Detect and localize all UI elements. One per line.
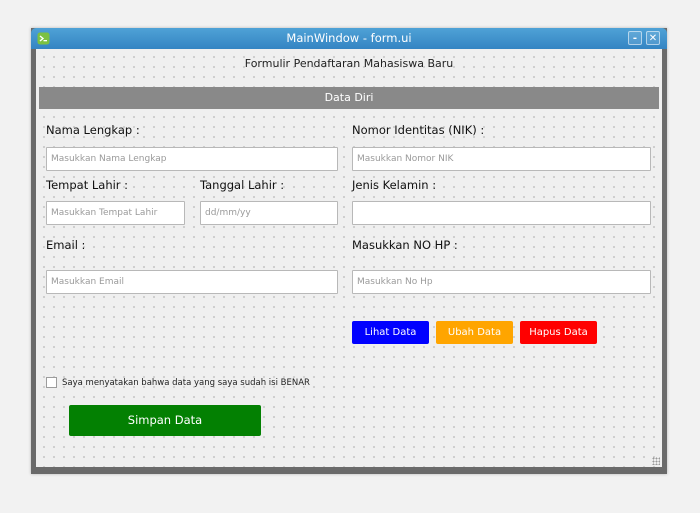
resize-grip[interactable]: [652, 457, 660, 465]
section-header-data-diri: Data Diri: [39, 87, 659, 109]
tanggal-lahir-input[interactable]: [200, 201, 338, 225]
agreement-checkbox[interactable]: [46, 377, 57, 388]
nik-input[interactable]: [352, 147, 651, 171]
tanggal-lahir-label: Tanggal Lahir :: [200, 178, 285, 192]
no-hp-label: Masukkan NO HP :: [352, 238, 458, 252]
email-label: Email :: [46, 238, 86, 252]
nama-lengkap-input[interactable]: [46, 147, 338, 171]
lihat-data-button[interactable]: Lihat Data: [352, 321, 429, 344]
no-hp-input[interactable]: [352, 270, 651, 294]
simpan-data-button[interactable]: Simpan Data: [69, 405, 261, 436]
jenis-kelamin-label: Jenis Kelamin :: [352, 178, 437, 192]
minimize-button[interactable]: -: [628, 31, 642, 45]
nik-label: Nomor Identitas (NIK) :: [352, 123, 485, 137]
ubah-data-button[interactable]: Ubah Data: [436, 321, 513, 344]
tempat-lahir-input[interactable]: [46, 201, 185, 225]
tempat-lahir-label: Tempat Lahir :: [46, 178, 129, 192]
main-window: MainWindow - form.ui - ✕ Formulir Pendaf…: [31, 28, 667, 474]
close-button[interactable]: ✕: [646, 31, 660, 45]
jenis-kelamin-input[interactable]: [352, 201, 651, 225]
email-input[interactable]: [46, 270, 338, 294]
title-bar[interactable]: MainWindow - form.ui - ✕: [31, 28, 667, 49]
agreement-label: Saya menyatakan bahwa data yang saya sud…: [62, 378, 310, 388]
form-heading: Formulir Pendaftaran Mahasiswa Baru: [244, 57, 454, 70]
nama-lengkap-label: Nama Lengkap :: [46, 123, 140, 137]
hapus-data-button[interactable]: Hapus Data: [520, 321, 597, 344]
form-canvas: Formulir Pendaftaran Mahasiswa Baru Data…: [36, 49, 662, 467]
window-title: MainWindow - form.ui: [286, 31, 412, 45]
